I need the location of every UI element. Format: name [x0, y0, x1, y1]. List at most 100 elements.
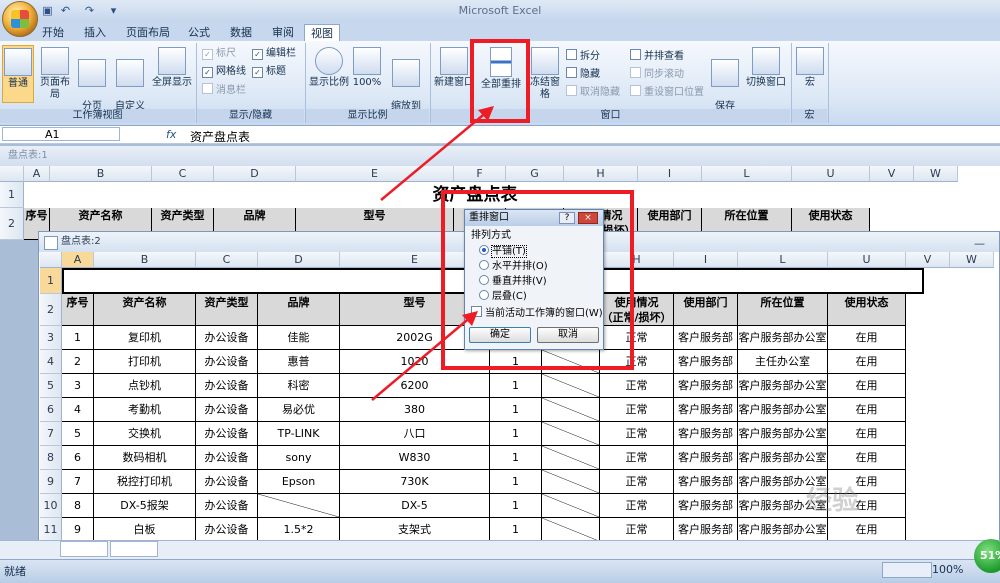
- table-cell[interactable]: 客户服务部: [674, 470, 738, 494]
- message-bar-checkbox[interactable]: 消息栏: [202, 83, 246, 97]
- table-cell[interactable]: 1.5*2: [258, 518, 340, 542]
- table-cell[interactable]: 办公设备: [196, 422, 258, 446]
- insert-function-icon[interactable]: fx: [166, 128, 176, 141]
- table-cell[interactable]: 6200: [340, 374, 490, 398]
- formula-input[interactable]: 资产盘点表: [190, 128, 250, 145]
- table-cell[interactable]: 考勤机: [94, 398, 196, 422]
- table-cell[interactable]: 6: [62, 446, 94, 470]
- column-header-E[interactable]: E: [296, 166, 454, 182]
- reset-position-button[interactable]: 重设窗口位置: [630, 85, 704, 99]
- zoom-100-button[interactable]: 100%: [352, 45, 382, 103]
- column-header-D[interactable]: D: [214, 166, 296, 182]
- column-header-V[interactable]: V: [906, 252, 950, 268]
- table-cell[interactable]: 在用: [828, 518, 906, 542]
- row-header-11[interactable]: 11: [40, 518, 62, 542]
- table-cell[interactable]: 数码相机: [94, 446, 196, 470]
- column-header-H[interactable]: H: [564, 166, 638, 182]
- row-header-4[interactable]: 4: [40, 350, 62, 374]
- table-cell[interactable]: 4: [62, 398, 94, 422]
- column-header-W[interactable]: W: [950, 252, 994, 268]
- table-cell[interactable]: 1: [62, 326, 94, 350]
- column-header-A[interactable]: A: [24, 166, 50, 182]
- row-header-10[interactable]: 10: [40, 494, 62, 518]
- table-cell[interactable]: 客户服务部办公室: [738, 422, 828, 446]
- table-cell[interactable]: 8: [62, 494, 94, 518]
- gridlines-checkbox[interactable]: ✓ 网格线: [202, 65, 246, 79]
- table-cell[interactable]: DX-5报架: [94, 494, 196, 518]
- table-cell[interactable]: 白板: [94, 518, 196, 542]
- table-cell[interactable]: 交换机: [94, 422, 196, 446]
- save-workspace-button[interactable]: 保存 工作区: [708, 45, 742, 124]
- table-cell[interactable]: 客户服务部: [674, 494, 738, 518]
- window1-row-header-1[interactable]: 1: [0, 182, 24, 208]
- sync-scroll-button[interactable]: 同步滚动: [630, 67, 684, 81]
- table-cell[interactable]: sony: [258, 446, 340, 470]
- table-cell[interactable]: 在用: [828, 398, 906, 422]
- table-cell[interactable]: 1: [490, 422, 542, 446]
- table-cell[interactable]: [542, 470, 600, 494]
- window1-row-header-2[interactable]: 2: [0, 208, 24, 240]
- minimize-icon[interactable]: —: [974, 237, 985, 250]
- table-cell[interactable]: [542, 422, 600, 446]
- office-button[interactable]: [2, 1, 38, 37]
- table-cell[interactable]: 科密: [258, 374, 340, 398]
- table-cell[interactable]: 客户服务部: [674, 446, 738, 470]
- table-cell[interactable]: [542, 446, 600, 470]
- table-cell[interactable]: 打印机: [94, 350, 196, 374]
- column-header-F[interactable]: F: [454, 166, 506, 182]
- column-header-L[interactable]: L: [738, 252, 828, 268]
- table-cell[interactable]: 办公设备: [196, 374, 258, 398]
- table-cell[interactable]: 客户服务部办公室: [738, 326, 828, 350]
- table-cell[interactable]: 正常: [600, 470, 674, 494]
- table-cell[interactable]: 正常: [600, 374, 674, 398]
- custom-views-button[interactable]: 自定义 视图: [112, 45, 148, 124]
- table-cell[interactable]: 客户服务部: [674, 374, 738, 398]
- freeze-panes-button[interactable]: 冻结窗格: [528, 45, 562, 103]
- tab-page-layout[interactable]: 页面布局: [122, 24, 174, 41]
- table-cell[interactable]: 2: [62, 350, 94, 374]
- table-cell[interactable]: 在用: [828, 446, 906, 470]
- table-cell[interactable]: 客户服务部办公室: [738, 374, 828, 398]
- tab-home[interactable]: 开始: [38, 24, 68, 41]
- sheet-tab[interactable]: [60, 541, 108, 557]
- new-window-button[interactable]: 新建窗口: [434, 45, 474, 103]
- header-cell[interactable]: 使用状态: [828, 294, 906, 326]
- table-cell[interactable]: 办公设备: [196, 494, 258, 518]
- name-box[interactable]: A1: [2, 127, 120, 141]
- table-cell[interactable]: 客户服务部: [674, 518, 738, 542]
- table-cell[interactable]: 1: [490, 398, 542, 422]
- header-cell[interactable]: 资产名称: [94, 294, 196, 326]
- column-header-G[interactable]: G: [506, 166, 564, 182]
- column-header-U[interactable]: U: [828, 252, 906, 268]
- header-cell[interactable]: 资产类型: [196, 294, 258, 326]
- row-header-2[interactable]: 2: [40, 294, 62, 326]
- row-header-7[interactable]: 7: [40, 422, 62, 446]
- table-cell[interactable]: [542, 398, 600, 422]
- column-header-W[interactable]: W: [914, 166, 958, 182]
- table-cell[interactable]: 1: [490, 446, 542, 470]
- table-cell[interactable]: 客户服务部: [674, 422, 738, 446]
- table-cell[interactable]: [258, 494, 340, 518]
- table-cell[interactable]: 在用: [828, 350, 906, 374]
- page-break-preview-button[interactable]: 分页 预览: [76, 45, 108, 124]
- table-cell[interactable]: 9: [62, 518, 94, 542]
- table-cell[interactable]: 1: [490, 494, 542, 518]
- column-header-A[interactable]: A: [62, 252, 94, 268]
- header-cell[interactable]: 所在位置: [738, 294, 828, 326]
- normal-view-button[interactable]: 普通: [2, 45, 34, 103]
- row-header-5[interactable]: 5: [40, 374, 62, 398]
- table-cell[interactable]: 办公设备: [196, 518, 258, 542]
- header-cell[interactable]: 品牌: [258, 294, 340, 326]
- macros-button[interactable]: 宏: [794, 45, 826, 103]
- view-side-by-side-button[interactable]: 并排查看: [630, 49, 684, 63]
- column-header-V[interactable]: V: [870, 166, 914, 182]
- zoom-button[interactable]: 显示比例: [308, 45, 350, 103]
- page-layout-view-button[interactable]: 页面布局: [36, 45, 74, 103]
- table-cell[interactable]: 佳能: [258, 326, 340, 350]
- table-cell[interactable]: 复印机: [94, 326, 196, 350]
- table-cell[interactable]: 正常: [600, 422, 674, 446]
- tab-data[interactable]: 数据: [226, 24, 256, 41]
- table-cell[interactable]: 办公设备: [196, 350, 258, 374]
- view-mode-buttons[interactable]: [882, 562, 932, 578]
- table-cell[interactable]: [542, 518, 600, 542]
